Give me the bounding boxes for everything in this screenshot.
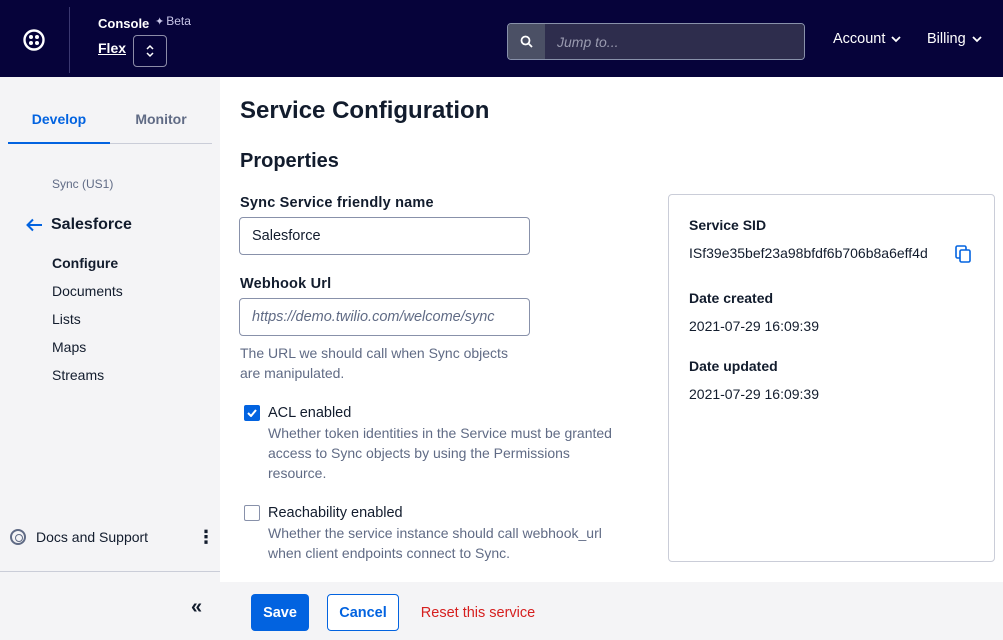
service-sid-label: Service SID bbox=[689, 217, 767, 233]
tab-develop[interactable]: Develop bbox=[8, 111, 110, 127]
chevron-down-icon bbox=[891, 35, 902, 42]
chevron-down-icon bbox=[972, 35, 982, 42]
beta-label: Beta bbox=[166, 14, 191, 28]
top-bar: Console ✦Beta Flex Account Billing bbox=[0, 0, 1003, 77]
docs-and-support-label: Docs and Support bbox=[36, 529, 149, 545]
sidebar-item-maps[interactable]: Maps bbox=[52, 339, 123, 367]
webhook-url-label: Webhook Url bbox=[240, 276, 332, 292]
billing-menu[interactable]: Billing bbox=[927, 31, 982, 47]
sidebar-item-documents[interactable]: Documents bbox=[52, 283, 123, 311]
arrow-left-icon bbox=[26, 218, 42, 232]
account-menu-label: Account bbox=[833, 31, 886, 47]
reachability-enabled-label: Reachability enabled bbox=[268, 505, 403, 521]
sidebar-divider bbox=[0, 571, 220, 572]
sidebar-item-streams[interactable]: Streams bbox=[52, 367, 123, 395]
date-created-label: Date created bbox=[689, 290, 774, 306]
search-icon[interactable] bbox=[508, 24, 545, 59]
twilio-logo-icon[interactable] bbox=[23, 29, 45, 51]
reachability-enabled-checkbox[interactable] bbox=[244, 505, 260, 521]
save-button[interactable]: Save bbox=[251, 594, 309, 631]
console-label: Console bbox=[98, 16, 150, 31]
lifebuoy-icon bbox=[10, 529, 26, 545]
acl-enabled-checkbox[interactable] bbox=[244, 405, 260, 421]
acl-enabled-help: Whether token identities in the Service … bbox=[268, 425, 612, 481]
more-options-icon[interactable]: ⋮ bbox=[197, 528, 215, 546]
docs-and-support[interactable]: Docs and Support ⋮ bbox=[10, 528, 215, 546]
friendly-name-label: Sync Service friendly name bbox=[240, 195, 434, 211]
date-created-value: 2021-07-29 16:09:39 bbox=[689, 318, 819, 334]
sidebar-tabs: Develop Monitor bbox=[8, 101, 212, 144]
billing-menu-label: Billing bbox=[927, 31, 966, 47]
service-info-card: Service SID ISf39e35bef23a98bfdf6b706b8a… bbox=[668, 194, 995, 562]
reachability-enabled-text: Reachability enabled Whether the service… bbox=[268, 503, 638, 563]
sidebar-item-lists[interactable]: Lists bbox=[52, 311, 123, 339]
webhook-url-input[interactable] bbox=[239, 298, 530, 336]
section-title: Properties bbox=[240, 150, 339, 172]
collapse-sidebar-icon[interactable]: « bbox=[191, 596, 202, 619]
search-bar bbox=[507, 23, 805, 60]
form-footer: Save Cancel Reset this service bbox=[220, 582, 1003, 640]
reachability-enabled-row: Reachability enabled Whether the service… bbox=[244, 503, 638, 563]
date-updated-label: Date updated bbox=[689, 358, 778, 374]
tab-active-indicator bbox=[8, 142, 110, 144]
reachability-enabled-help: Whether the service instance should call… bbox=[268, 525, 602, 561]
acl-enabled-text: ACL enabled Whether token identities in … bbox=[268, 403, 638, 483]
cancel-button[interactable]: Cancel bbox=[327, 594, 399, 631]
tab-monitor[interactable]: Monitor bbox=[110, 111, 212, 127]
page-title: Service Configuration bbox=[240, 97, 490, 124]
chevron-up-down-icon bbox=[146, 44, 154, 58]
webhook-url-help: The URL we should call when Sync objects… bbox=[240, 345, 508, 381]
back-link[interactable]: Salesforce bbox=[26, 216, 132, 234]
sidebar-nav: Configure Documents Lists Maps Streams bbox=[52, 255, 123, 395]
product-link[interactable]: Flex bbox=[98, 40, 126, 56]
sidebar-item-configure[interactable]: Configure bbox=[52, 255, 123, 283]
topbar-divider bbox=[69, 7, 70, 73]
acl-enabled-row: ACL enabled Whether token identities in … bbox=[244, 403, 638, 483]
copy-icon[interactable] bbox=[955, 245, 971, 263]
account-menu[interactable]: Account bbox=[833, 31, 902, 47]
date-updated-value: 2021-07-29 16:09:39 bbox=[689, 386, 819, 402]
sidebar-section-title: Salesforce bbox=[51, 216, 132, 233]
sparkle-icon: ✦ bbox=[155, 16, 165, 28]
breadcrumb[interactable]: Sync (US1) bbox=[52, 177, 113, 191]
service-sid-value: ISf39e35bef23a98bfdf6b706b8a6eff4d bbox=[689, 245, 928, 261]
sidebar: Develop Monitor Sync (US1) Salesforce Co… bbox=[0, 77, 220, 640]
reset-service-button[interactable]: Reset this service bbox=[416, 594, 540, 631]
acl-enabled-label: ACL enabled bbox=[268, 405, 352, 421]
beta-badge: ✦ Beta bbox=[155, 14, 191, 28]
search-input[interactable] bbox=[545, 24, 804, 59]
checkmark-icon bbox=[247, 409, 257, 417]
product-switcher-button[interactable] bbox=[133, 35, 167, 67]
friendly-name-input[interactable] bbox=[239, 217, 530, 255]
